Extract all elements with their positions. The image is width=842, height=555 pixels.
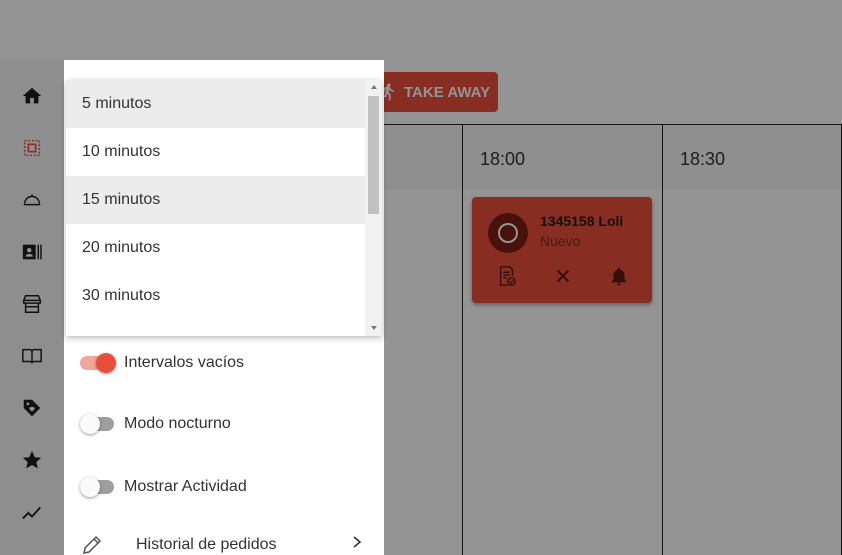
interval-option-15[interactable]: 15 minutos [66, 176, 365, 224]
order-history-label: Historial de pedidos [136, 536, 277, 553]
interval-option-20[interactable]: 20 minutos [66, 224, 365, 272]
toggle-knob [80, 414, 100, 434]
interval-option-5[interactable]: 5 minutos [66, 80, 365, 128]
show-activity-toggle[interactable] [80, 477, 116, 497]
scroll-down-arrow-icon[interactable] [371, 326, 377, 330]
setting-show-activity: Mostrar Actividad [80, 475, 247, 499]
show-activity-label: Mostrar Actividad [124, 478, 247, 495]
toggle-knob [96, 353, 116, 373]
interval-option-30[interactable]: 30 minutos [66, 272, 365, 320]
option-label: 30 minutos [82, 287, 161, 304]
night-mode-toggle[interactable] [80, 414, 116, 434]
interval-dropdown-list[interactable]: 5 minutos 10 minutos 15 minutos 20 minut… [66, 80, 382, 336]
order-history-link[interactable]: Historial de pedidos [64, 525, 384, 555]
option-label: 10 minutos [82, 143, 161, 160]
option-label: 20 minutos [82, 239, 161, 256]
empty-intervals-toggle[interactable] [80, 353, 116, 373]
scrollbar-thumb[interactable] [368, 96, 379, 214]
night-mode-label: Modo nocturno [124, 415, 231, 432]
interval-option-10[interactable]: 10 minutos [66, 128, 365, 176]
option-label: 5 minutos [82, 95, 152, 112]
option-label: 15 minutos [82, 191, 161, 208]
dropdown-scrollbar[interactable] [365, 80, 382, 336]
toggle-knob [80, 477, 100, 497]
setting-empty-intervals: Intervalos vacíos [80, 351, 244, 375]
empty-intervals-label: Intervalos vacíos [124, 354, 245, 371]
setting-night-mode: Modo nocturno [80, 412, 231, 436]
chevron-right-icon [353, 536, 362, 548]
pen-icon [83, 535, 102, 554]
scroll-up-arrow-icon[interactable] [371, 85, 377, 89]
